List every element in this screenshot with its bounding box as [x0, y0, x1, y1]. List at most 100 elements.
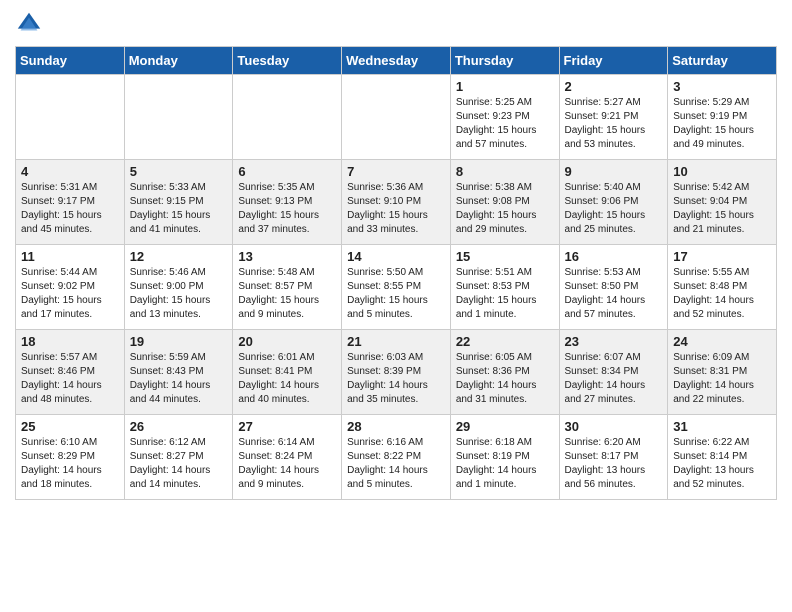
day-number: 14: [347, 249, 445, 264]
day-cell: 18 Sunrise: 5:57 AM Sunset: 8:46 PM Dayli…: [16, 330, 125, 415]
day-cell: 20 Sunrise: 6:01 AM Sunset: 8:41 PM Dayli…: [233, 330, 342, 415]
day-number: 17: [673, 249, 771, 264]
day-number: 19: [130, 334, 228, 349]
calendar-header-row: SundayMondayTuesdayWednesdayThursdayFrid…: [16, 47, 777, 75]
day-number: 16: [565, 249, 663, 264]
day-number: 27: [238, 419, 336, 434]
day-number: 8: [456, 164, 554, 179]
day-info: Sunrise: 6:05 AM Sunset: 8:36 PM Dayligh…: [456, 351, 554, 407]
week-row-4: 18 Sunrise: 5:57 AM Sunset: 8:46 PM Dayli…: [16, 330, 777, 415]
day-number: 13: [238, 249, 336, 264]
day-cell: 2 Sunrise: 5:27 AM Sunset: 9:21 PM Daylig…: [559, 75, 668, 160]
day-info: Sunrise: 5:29 AM Sunset: 9:19 PM Dayligh…: [673, 96, 771, 152]
day-info: Sunrise: 5:31 AM Sunset: 9:17 PM Dayligh…: [21, 181, 119, 237]
day-cell: 13 Sunrise: 5:48 AM Sunset: 8:57 PM Dayli…: [233, 245, 342, 330]
day-number: 21: [347, 334, 445, 349]
day-cell: 23 Sunrise: 6:07 AM Sunset: 8:34 PM Dayli…: [559, 330, 668, 415]
day-number: 15: [456, 249, 554, 264]
day-info: Sunrise: 5:48 AM Sunset: 8:57 PM Dayligh…: [238, 266, 336, 322]
day-cell: 31 Sunrise: 6:22 AM Sunset: 8:14 PM Dayli…: [668, 415, 777, 500]
day-info: Sunrise: 6:14 AM Sunset: 8:24 PM Dayligh…: [238, 436, 336, 492]
day-cell: 17 Sunrise: 5:55 AM Sunset: 8:48 PM Dayli…: [668, 245, 777, 330]
day-info: Sunrise: 6:01 AM Sunset: 8:41 PM Dayligh…: [238, 351, 336, 407]
day-cell: 11Sunrise: 5:44 AM Sunset: 9:02 PM Dayli…: [16, 245, 125, 330]
day-number: 28: [347, 419, 445, 434]
day-info: Sunrise: 5:35 AM Sunset: 9:13 PM Dayligh…: [238, 181, 336, 237]
week-row-1: 1 Sunrise: 5:25 AM Sunset: 9:23 PM Daylig…: [16, 75, 777, 160]
day-cell: 22 Sunrise: 6:05 AM Sunset: 8:36 PM Dayli…: [450, 330, 559, 415]
day-cell: 24Sunrise: 6:09 AM Sunset: 8:31 PM Dayli…: [668, 330, 777, 415]
day-cell: 21 Sunrise: 6:03 AM Sunset: 8:39 PM Dayli…: [342, 330, 451, 415]
day-number: 1: [456, 79, 554, 94]
day-cell: 26 Sunrise: 6:12 AM Sunset: 8:27 PM Dayli…: [124, 415, 233, 500]
day-info: Sunrise: 6:20 AM Sunset: 8:17 PM Dayligh…: [565, 436, 663, 492]
logo: [15, 10, 47, 38]
day-info: Sunrise: 6:16 AM Sunset: 8:22 PM Dayligh…: [347, 436, 445, 492]
calendar-table: SundayMondayTuesdayWednesdayThursdayFrid…: [15, 46, 777, 500]
day-number: 20: [238, 334, 336, 349]
day-number: 22: [456, 334, 554, 349]
day-number: 7: [347, 164, 445, 179]
week-row-2: 4 Sunrise: 5:31 AM Sunset: 9:17 PM Daylig…: [16, 160, 777, 245]
day-info: Sunrise: 6:03 AM Sunset: 8:39 PM Dayligh…: [347, 351, 445, 407]
day-number: 3: [673, 79, 771, 94]
day-number: 12: [130, 249, 228, 264]
day-info: Sunrise: 5:27 AM Sunset: 9:21 PM Dayligh…: [565, 96, 663, 152]
day-info: Sunrise: 5:55 AM Sunset: 8:48 PM Dayligh…: [673, 266, 771, 322]
day-info: Sunrise: 5:36 AM Sunset: 9:10 PM Dayligh…: [347, 181, 445, 237]
day-number: 30: [565, 419, 663, 434]
day-cell: 25 Sunrise: 6:10 AM Sunset: 8:29 PM Dayli…: [16, 415, 125, 500]
column-header-thursday: Thursday: [450, 47, 559, 75]
day-cell: 15 Sunrise: 5:51 AM Sunset: 8:53 PM Dayli…: [450, 245, 559, 330]
day-info: Sunrise: 5:46 AM Sunset: 9:00 PM Dayligh…: [130, 266, 228, 322]
day-cell: 28 Sunrise: 6:16 AM Sunset: 8:22 PM Dayli…: [342, 415, 451, 500]
column-header-saturday: Saturday: [668, 47, 777, 75]
day-cell: 30 Sunrise: 6:20 AM Sunset: 8:17 PM Dayli…: [559, 415, 668, 500]
day-number: 23: [565, 334, 663, 349]
day-info: Sunrise: 5:44 AM Sunset: 9:02 PM Dayligh…: [21, 266, 119, 322]
column-header-wednesday: Wednesday: [342, 47, 451, 75]
day-cell: [233, 75, 342, 160]
day-info: Sunrise: 6:12 AM Sunset: 8:27 PM Dayligh…: [130, 436, 228, 492]
day-number: 25: [21, 419, 119, 434]
day-info: Sunrise: 5:59 AM Sunset: 8:43 PM Dayligh…: [130, 351, 228, 407]
column-header-monday: Monday: [124, 47, 233, 75]
day-info: Sunrise: 5:57 AM Sunset: 8:46 PM Dayligh…: [21, 351, 119, 407]
day-info: Sunrise: 5:40 AM Sunset: 9:06 PM Dayligh…: [565, 181, 663, 237]
column-header-tuesday: Tuesday: [233, 47, 342, 75]
day-cell: [342, 75, 451, 160]
column-header-friday: Friday: [559, 47, 668, 75]
day-number: 5: [130, 164, 228, 179]
day-cell: 10Sunrise: 5:42 AM Sunset: 9:04 PM Dayli…: [668, 160, 777, 245]
day-cell: 16Sunrise: 5:53 AM Sunset: 8:50 PM Dayli…: [559, 245, 668, 330]
logo-icon: [15, 10, 43, 38]
day-cell: [16, 75, 125, 160]
day-cell: 6Sunrise: 5:35 AM Sunset: 9:13 PM Daylig…: [233, 160, 342, 245]
day-number: 26: [130, 419, 228, 434]
day-info: Sunrise: 5:33 AM Sunset: 9:15 PM Dayligh…: [130, 181, 228, 237]
column-header-sunday: Sunday: [16, 47, 125, 75]
week-row-3: 11Sunrise: 5:44 AM Sunset: 9:02 PM Dayli…: [16, 245, 777, 330]
day-number: 9: [565, 164, 663, 179]
day-info: Sunrise: 5:50 AM Sunset: 8:55 PM Dayligh…: [347, 266, 445, 322]
day-info: Sunrise: 5:51 AM Sunset: 8:53 PM Dayligh…: [456, 266, 554, 322]
day-info: Sunrise: 5:42 AM Sunset: 9:04 PM Dayligh…: [673, 181, 771, 237]
day-number: 18: [21, 334, 119, 349]
day-cell: 19 Sunrise: 5:59 AM Sunset: 8:43 PM Dayli…: [124, 330, 233, 415]
day-number: 2: [565, 79, 663, 94]
day-info: Sunrise: 6:22 AM Sunset: 8:14 PM Dayligh…: [673, 436, 771, 492]
day-cell: 3 Sunrise: 5:29 AM Sunset: 9:19 PM Daylig…: [668, 75, 777, 160]
day-number: 4: [21, 164, 119, 179]
day-number: 24: [673, 334, 771, 349]
day-cell: [124, 75, 233, 160]
day-info: Sunrise: 6:18 AM Sunset: 8:19 PM Dayligh…: [456, 436, 554, 492]
day-cell: 7 Sunrise: 5:36 AM Sunset: 9:10 PM Daylig…: [342, 160, 451, 245]
day-cell: 12 Sunrise: 5:46 AM Sunset: 9:00 PM Dayli…: [124, 245, 233, 330]
day-cell: 1 Sunrise: 5:25 AM Sunset: 9:23 PM Daylig…: [450, 75, 559, 160]
day-info: Sunrise: 5:25 AM Sunset: 9:23 PM Dayligh…: [456, 96, 554, 152]
day-info: Sunrise: 6:10 AM Sunset: 8:29 PM Dayligh…: [21, 436, 119, 492]
day-info: Sunrise: 6:07 AM Sunset: 8:34 PM Dayligh…: [565, 351, 663, 407]
header: [15, 10, 777, 38]
day-number: 31: [673, 419, 771, 434]
day-cell: 9 Sunrise: 5:40 AM Sunset: 9:06 PM Daylig…: [559, 160, 668, 245]
